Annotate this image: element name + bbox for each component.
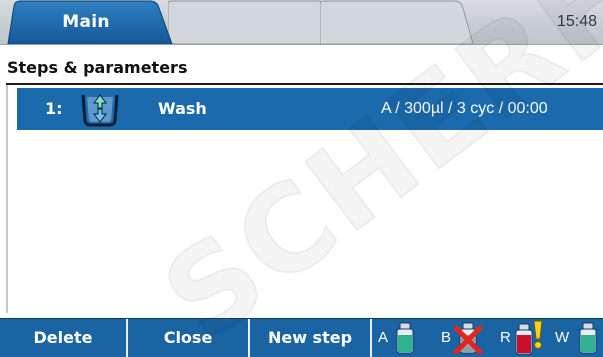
bottle-icon	[579, 322, 597, 354]
clock: 15:48	[556, 13, 597, 30]
bottle-letter: A	[378, 329, 389, 346]
bottle-b-status: B	[435, 319, 490, 357]
bottle-letter: W	[555, 329, 570, 346]
bottle-icon	[396, 322, 414, 354]
bottle-r-status: R	[498, 319, 550, 357]
section-title: Steps & parameters	[7, 58, 188, 77]
tab-label: Main	[62, 12, 110, 32]
wash-vessel-icon	[80, 91, 120, 127]
bottle-a-status: A	[378, 319, 433, 357]
bottle-w-status: W	[553, 319, 603, 357]
bottle-letter: B	[441, 329, 452, 346]
tab-label	[168, 0, 338, 44]
step-number: 1:	[45, 99, 63, 118]
tab-label	[320, 0, 480, 44]
tab-main[interactable]: Main	[0, 0, 180, 44]
step-name: Wash	[158, 99, 207, 118]
tab-strip: Main 15:48	[0, 0, 603, 45]
missing-x-icon	[453, 325, 483, 354]
delete-button[interactable]: Delete	[0, 319, 128, 357]
tab-secondary-1[interactable]	[168, 0, 338, 44]
step-row[interactable]: 1: Wash A / 300µl / 3 cyc / 00:00	[17, 88, 603, 130]
new-step-button[interactable]: New step	[250, 319, 372, 357]
close-button[interactable]: Close	[128, 319, 250, 357]
bottom-toolbar: Delete Close New step A B R W	[0, 318, 603, 357]
step-parameters: A / 300µl / 3 cyc / 00:00	[381, 100, 548, 117]
bottle-letter: R	[500, 329, 511, 346]
warning-exclamation-icon	[533, 320, 543, 349]
tab-secondary-2[interactable]	[320, 0, 480, 44]
